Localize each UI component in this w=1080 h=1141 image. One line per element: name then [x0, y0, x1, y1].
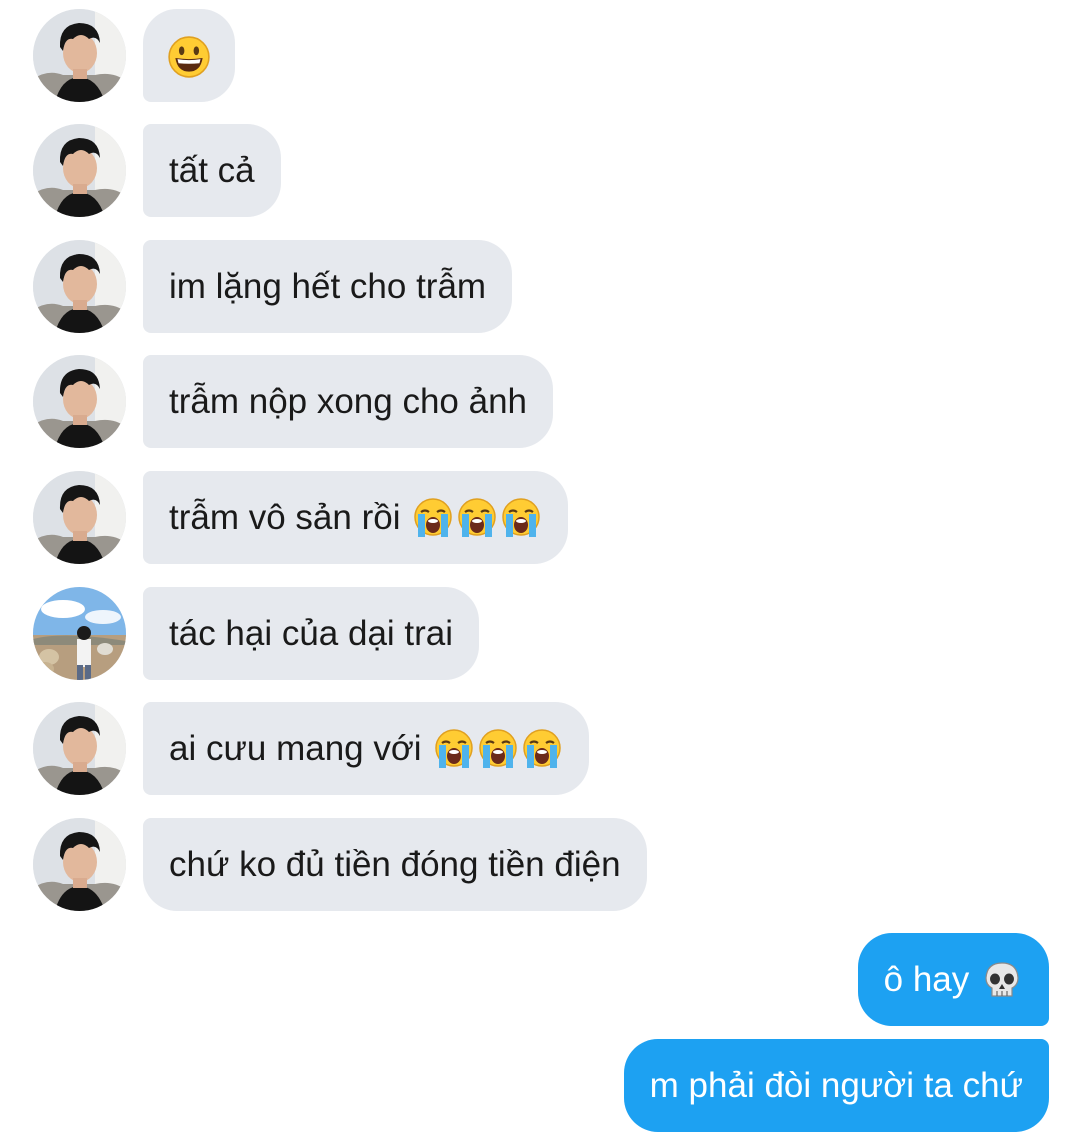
avatar[interactable] — [33, 240, 126, 333]
avatar[interactable] — [33, 702, 126, 795]
loudly-crying-face-icon — [477, 728, 519, 770]
skull-icon — [981, 959, 1023, 1001]
message-bubble-7[interactable]: ai cưu mang với — [143, 702, 590, 795]
avatar[interactable] — [33, 355, 126, 448]
message-text: im lặng hết cho trẫm — [169, 267, 487, 306]
message-text: chứ ko đủ tiền đóng tiền điện — [169, 845, 621, 884]
loudly-crying-face-icon — [500, 497, 542, 539]
avatar[interactable] — [33, 124, 126, 217]
message-text: tất cả — [169, 151, 255, 190]
message-bubble-5[interactable]: trẫm vô sản rồi — [143, 471, 569, 564]
message-text: trẫm vô sản rồi — [169, 498, 411, 537]
message-text: m phải đòi người ta chứ — [649, 1066, 1023, 1105]
avatar[interactable] — [33, 818, 126, 911]
message-bubble-3[interactable]: im lặng hết cho trẫm — [143, 240, 513, 333]
message-bubble-4[interactable]: trẫm nộp xong cho ảnh — [143, 355, 554, 448]
avatar-landscape[interactable] — [33, 587, 126, 680]
loudly-crying-face-icon — [433, 728, 475, 770]
message-bubble-8[interactable]: chứ ko đủ tiền đóng tiền điện — [143, 818, 647, 911]
message-text: tác hại của dại trai — [169, 614, 454, 653]
message-text: trẫm nộp xong cho ảnh — [169, 382, 528, 421]
avatar[interactable] — [33, 9, 126, 102]
message-bubble-2[interactable]: tất cả — [143, 124, 281, 217]
loudly-crying-face-icon — [456, 497, 498, 539]
message-text: ai cưu mang với — [169, 729, 432, 768]
message-bubble-1[interactable] — [143, 9, 235, 102]
loudly-crying-face-icon — [521, 728, 563, 770]
outgoing-bubble-2[interactable]: m phải đòi người ta chứ — [623, 1039, 1049, 1132]
outgoing-bubble-1[interactable]: ô hay — [857, 933, 1049, 1026]
message-text: ô hay — [883, 960, 979, 999]
grinning-face-icon — [167, 35, 211, 79]
loudly-crying-face-icon — [412, 497, 454, 539]
avatar[interactable] — [33, 471, 126, 564]
message-bubble-6[interactable]: tác hại của dại trai — [143, 587, 480, 680]
